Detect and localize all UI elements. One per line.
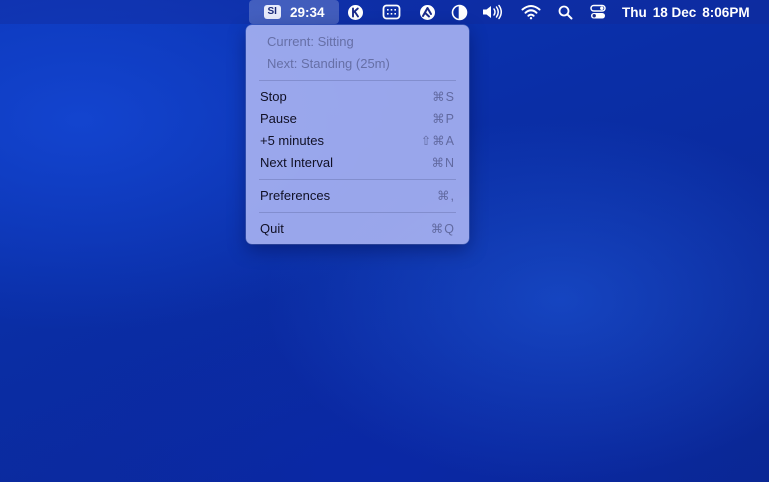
menu-item-shortcut: ⌘P [432,112,455,126]
standing-timer-status-item[interactable]: SI 29:34 [249,0,339,24]
menu-item-label: +5 minutes [260,133,324,148]
menu-item-shortcut: ⌘S [432,90,455,104]
menu-item-label: Stop [260,89,287,104]
app-badge: SI [263,5,281,19]
clock-day: Thu [622,4,647,20]
menu-separator [259,212,456,213]
menu-bar: SI 29:34 Thu 18 Dec 8:06PM [0,0,769,24]
menu-item-shortcut: ⌘Q [430,222,455,236]
search-icon[interactable] [555,0,575,24]
menu-bar-clock[interactable]: Thu 18 Dec 8:06PM [622,0,762,24]
current-state-label: Current: Sitting [267,34,354,49]
display-mirror-icon[interactable] [380,0,402,24]
stats-icon[interactable] [417,0,437,24]
menu-item-shortcut: ⌘, [437,189,455,203]
contrast-icon[interactable] [449,0,469,24]
menu-item-next-interval[interactable]: Next Interval ⌘N [246,152,469,174]
timer-dropdown-menu: Current: Sitting Next: Standing (25m) St… [246,25,469,244]
menu-item-label: Preferences [260,188,331,203]
next-state-label: Next: Standing (25m) [267,56,390,71]
menu-separator [259,80,456,81]
control-center-icon[interactable] [587,0,609,24]
menu-item-add-5-minutes[interactable]: +5 minutes ⇧⌘A [246,130,469,152]
k-app-icon[interactable] [345,0,365,24]
menu-item-label: Quit [260,221,284,236]
clock-date: 18 Dec [652,4,697,20]
menu-item-quit[interactable]: Quit ⌘Q [246,218,469,240]
menu-item-shortcut: ⌘N [431,156,455,170]
wifi-icon[interactable] [519,0,543,24]
menu-item-pause[interactable]: Pause ⌘P [246,108,469,130]
menu-separator [259,179,456,180]
menu-item-preferences[interactable]: Preferences ⌘, [246,185,469,207]
volume-icon[interactable] [480,0,504,24]
menu-item-stop[interactable]: Stop ⌘S [246,86,469,108]
menu-item-label: Next Interval [260,155,333,170]
menu-item-shortcut: ⇧⌘A [420,134,455,148]
menu-item-label: Pause [260,111,297,126]
timer-readout: 29:34 [289,4,325,20]
clock-time: 8:06PM [702,4,750,20]
